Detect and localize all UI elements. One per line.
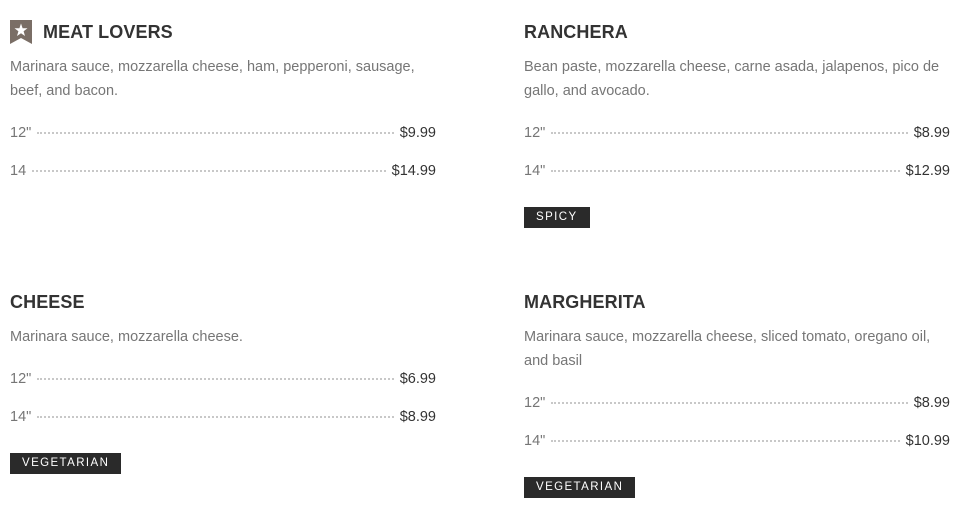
dot-leader: [551, 439, 900, 442]
size-label: 14: [10, 163, 27, 179]
item-description: Bean paste, mozzarella cheese, carne asa…: [524, 59, 940, 99]
dot-leader: [37, 377, 394, 380]
price-row-14: 14 $14.99: [10, 163, 436, 183]
price-row-12: 12" $8.99: [524, 395, 950, 415]
price-value: $8.99: [913, 125, 950, 141]
vegetarian-tag: VEGETARIAN: [10, 453, 122, 474]
size-label: 12": [524, 395, 546, 411]
dot-leader: [551, 401, 908, 404]
price-value: $10.99: [905, 433, 950, 449]
menu-item-ranchera: RANCHERA Bean paste, mozzarella cheese, …: [524, 20, 950, 103]
vegetarian-tag: VEGETARIAN: [524, 477, 636, 498]
price-value: $9.99: [399, 125, 436, 141]
item-name: CHEESE: [10, 291, 85, 312]
size-label: 12": [10, 125, 32, 141]
item-title-row: MARGHERITA: [524, 290, 950, 314]
size-label: 12": [524, 125, 546, 141]
size-label: 12": [10, 371, 32, 387]
item-description: Marinara sauce, mozzarella cheese.: [10, 329, 243, 345]
dot-leader: [37, 131, 394, 134]
size-label: 14": [524, 433, 546, 449]
spicy-tag: SPICY: [524, 207, 590, 228]
price-value: $8.99: [913, 395, 950, 411]
menu-item-cheese: CHEESE Marinara sauce, mozzarella cheese…: [10, 290, 436, 350]
item-name: MEAT LOVERS: [43, 21, 173, 42]
item-description: Marinara sauce, mozzarella cheese, ham, …: [10, 59, 415, 99]
price-value: $8.99: [399, 409, 436, 425]
dot-leader: [551, 131, 908, 134]
price-row-14: 14" $8.99: [10, 409, 436, 429]
menu-item-margherita: MARGHERITA Marinara sauce, mozzarella ch…: [524, 290, 950, 373]
price-value: $14.99: [391, 163, 436, 179]
item-title-row: RANCHERA: [524, 20, 950, 44]
item-description: Marinara sauce, mozzarella cheese, slice…: [524, 329, 931, 369]
dot-leader: [32, 169, 386, 172]
price-row-12: 12" $9.99: [10, 125, 436, 145]
dot-leader: [551, 169, 900, 172]
size-label: 14": [10, 409, 32, 425]
price-value: $12.99: [905, 163, 950, 179]
menu-item-meat-lovers: MEAT LOVERS Marinara sauce, mozzarella c…: [10, 20, 436, 103]
dot-leader: [37, 415, 394, 418]
size-label: 14": [524, 163, 546, 179]
item-name: RANCHERA: [524, 21, 628, 42]
price-row-12: 12" $8.99: [524, 125, 950, 145]
item-title-row: MEAT LOVERS: [10, 20, 436, 44]
item-name: MARGHERITA: [524, 291, 646, 312]
item-title-row: CHEESE: [10, 290, 436, 314]
price-row-14: 14" $12.99: [524, 163, 950, 183]
price-row-12: 12" $6.99: [10, 371, 436, 391]
price-row-14: 14" $10.99: [524, 433, 950, 453]
star-bookmark-icon: [10, 20, 32, 44]
price-value: $6.99: [399, 371, 436, 387]
